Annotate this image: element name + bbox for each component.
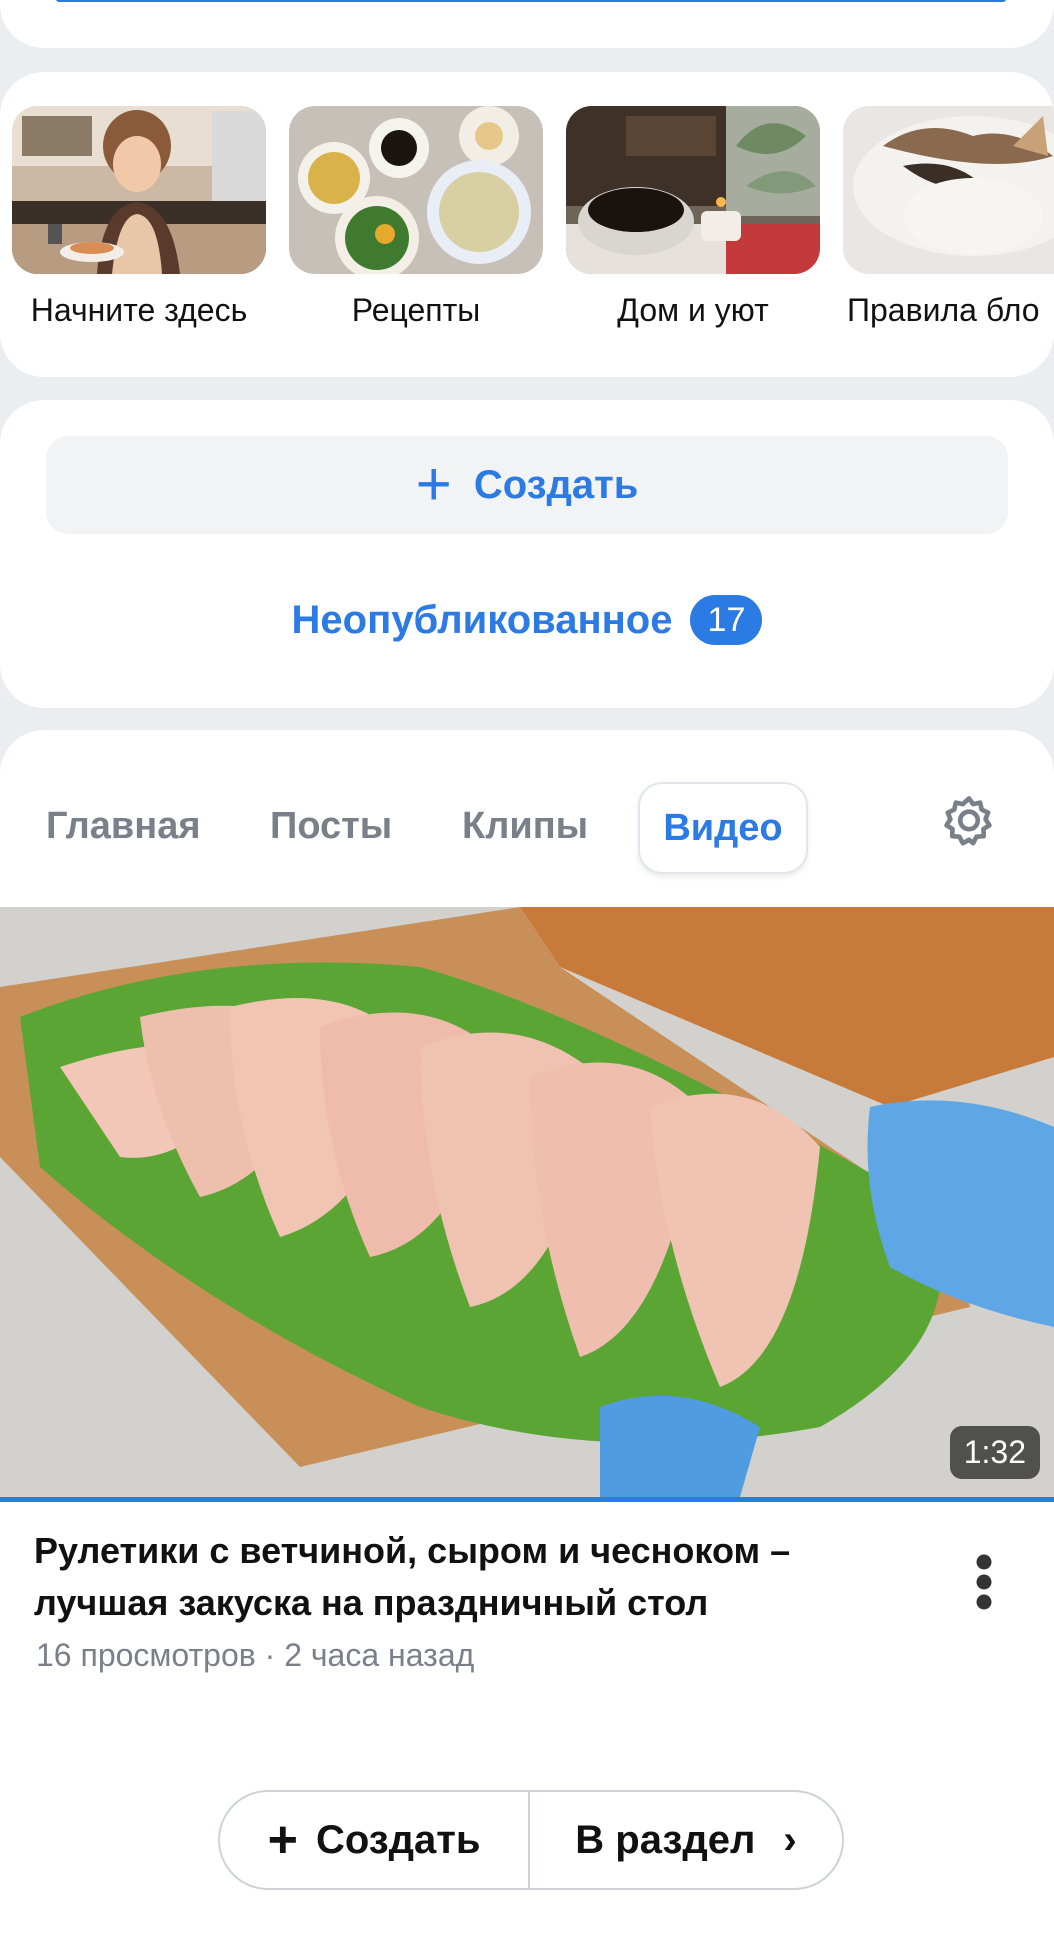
bottom-create-button[interactable]: + Создать [220,1792,530,1888]
video-duration: 1:32 [949,1426,1040,1479]
top-card [0,0,1054,48]
create-button-label: Создать [473,462,639,507]
section-label: В раздел [575,1817,756,1862]
bottom-action-bar: + Создать В раздел › [218,1790,844,1890]
story-start-here[interactable]: Начните здесь [12,106,266,329]
gear-icon[interactable] [938,792,1000,854]
unpublished-link[interactable]: Неопубликованное 17 [0,595,1054,645]
story-label: Начните здесь [30,292,248,328]
story-thumbnail [12,106,266,274]
story-blog-rules[interactable]: Правила бло [843,106,1054,329]
content-card: Главная Посты Клипы Видео 1:32 Рулетики … [0,730,1054,1950]
video-meta: 16 просмотров · 2 часа назад [36,1637,474,1674]
unpublished-count-badge: 17 [690,595,763,645]
story-recipes[interactable]: Рецепты [289,106,543,329]
story-label: Дом и уют [617,292,769,328]
story-home-comfort[interactable]: Дом и уют [566,106,820,329]
tab-posts[interactable]: Посты [270,782,392,870]
create-button[interactable]: + Создать [46,436,1008,534]
plus-icon: + [267,1811,298,1869]
unpublished-label: Неопубликованное [291,597,673,642]
video-thumbnail[interactable]: 1:32 [0,907,1054,1497]
meta-separator: · [264,1637,276,1673]
tab-main[interactable]: Главная [46,782,201,870]
video-title[interactable]: Рулетики с ветчиной, сыром и чесноком – … [34,1525,894,1629]
story-thumbnail [843,106,1054,274]
video-progress-bar [0,1497,1054,1502]
progress-line [56,0,1006,2]
tab-video[interactable]: Видео [638,782,808,874]
create-card: + Создать Неопубликованное 17 [0,400,1054,708]
story-thumbnail [566,106,820,274]
chevron-right-icon: › [783,1817,797,1862]
more-vertical-icon[interactable] [966,1552,1002,1612]
video-time: 2 часа назад [284,1637,475,1673]
story-thumbnail [289,106,543,274]
plus-icon: + [415,450,452,519]
tab-clips[interactable]: Клипы [462,782,588,870]
video-views: 16 просмотров [36,1637,256,1673]
story-label: Правила бло [847,292,1040,328]
bottom-create-label: Создать [315,1817,481,1862]
story-label: Рецепты [351,292,481,328]
stories-carousel: Начните здесь Рецепты Дом и уют Правила … [0,72,1054,377]
go-to-section-button[interactable]: В раздел › [530,1792,842,1888]
